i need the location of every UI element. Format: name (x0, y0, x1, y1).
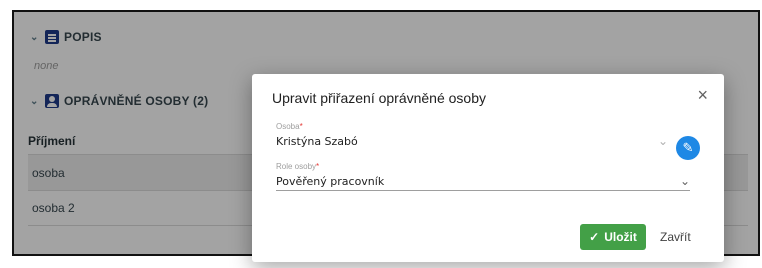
role-select[interactable]: Pověřený pracovník ⌄ (276, 173, 690, 191)
role-field[interactable]: Role osoby* Pověřený pracovník ⌄ (276, 162, 690, 191)
save-button[interactable]: ✓ Uložit (580, 224, 646, 250)
role-value: Pověřený pracovník (276, 175, 385, 188)
person-label: Osoba* (276, 122, 303, 131)
role-label: Role osoby* (276, 162, 320, 171)
chevron-down-icon[interactable]: ⌄ (658, 133, 668, 150)
person-select[interactable]: Kristýna Szabó ⌄ (276, 133, 690, 150)
dialog-title: Upravit přiřazení oprávněné osoby (272, 90, 487, 106)
close-icon[interactable]: × (697, 86, 708, 104)
screen-frame: ⌄ POPIS none ⌄ OPRÁVNĚNÉ OSOBY (2) Příjm… (12, 10, 760, 262)
edit-assignment-dialog: Upravit přiřazení oprávněné osoby × Osob… (252, 74, 724, 262)
person-field[interactable]: Osoba* Kristýna Szabó ⌄ (276, 122, 690, 150)
save-label: Uložit (604, 230, 637, 244)
person-value: Kristýna Szabó (276, 135, 358, 148)
check-icon: ✓ (589, 230, 600, 244)
cancel-button[interactable]: Zavřít (660, 230, 691, 244)
pencil-icon: ✎ (682, 140, 694, 155)
edit-person-button[interactable]: ✎ (676, 136, 700, 160)
chevron-down-icon[interactable]: ⌄ (680, 173, 690, 190)
